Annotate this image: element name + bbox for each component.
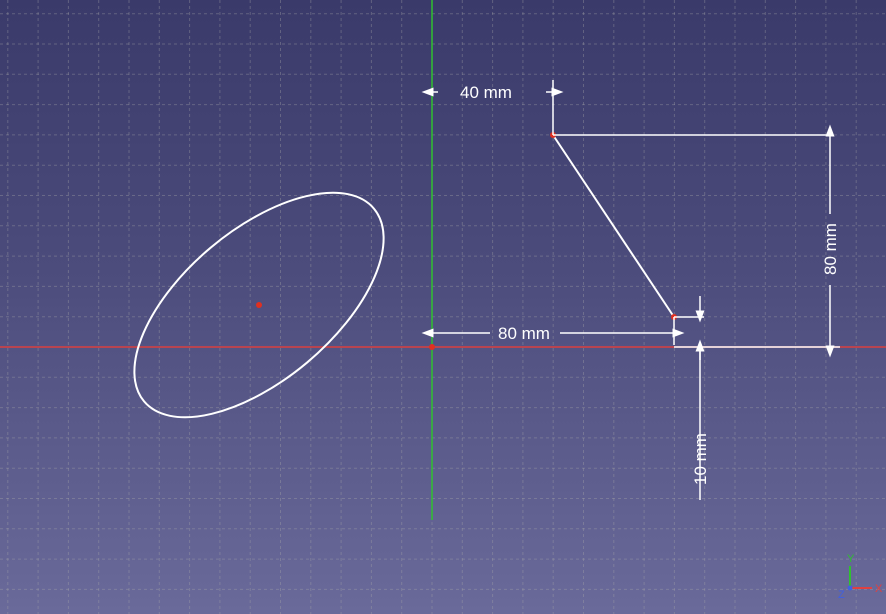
sketch-ellipse[interactable] bbox=[96, 151, 422, 459]
grid bbox=[0, 0, 886, 614]
dimension-80mm-vertical[interactable]: 80 mm bbox=[553, 135, 840, 347]
dimension-label: 80 mm bbox=[821, 223, 840, 275]
gizmo-y-label: Y bbox=[847, 553, 855, 565]
dimension-label: 80 mm bbox=[498, 324, 550, 343]
gizmo-z-label: Z bbox=[838, 589, 845, 601]
dimension-10mm-vertical[interactable]: 10 mm bbox=[674, 347, 710, 500]
gizmo-x-label: X bbox=[875, 583, 883, 595]
dimension-label: 40 mm bbox=[460, 83, 512, 102]
axis-gizmo: X Y Z bbox=[838, 553, 883, 601]
sketch-svg: 40 mm 80 mm 80 mm 10 mm X Y Z bbox=[0, 0, 886, 614]
dimension-label: 10 mm bbox=[691, 433, 710, 485]
sketch-viewport[interactable]: 40 mm 80 mm 80 mm 10 mm X Y Z bbox=[0, 0, 886, 614]
